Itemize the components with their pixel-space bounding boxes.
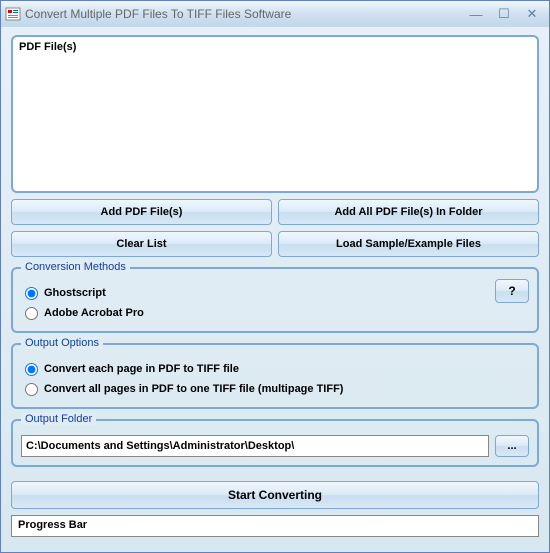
acrobat-label: Adobe Acrobat Pro [44, 307, 144, 319]
close-button[interactable]: ✕ [519, 5, 545, 23]
all-pages-radio[interactable] [25, 383, 38, 396]
app-icon [5, 6, 21, 22]
load-sample-button[interactable]: Load Sample/Example Files [278, 231, 539, 257]
conversion-methods-title: Conversion Methods [21, 261, 130, 273]
progress-bar-label: Progress Bar [18, 519, 87, 531]
button-row-1: Add PDF File(s) Add All PDF File(s) In F… [11, 199, 539, 225]
all-pages-label: Convert all pages in PDF to one TIFF fil… [44, 383, 343, 395]
output-options-title: Output Options [21, 337, 103, 349]
conversion-methods-group: Conversion Methods ? Ghostscript Adobe A… [11, 267, 539, 333]
ghostscript-label: Ghostscript [44, 287, 106, 299]
window-title: Convert Multiple PDF Files To TIFF Files… [25, 7, 463, 21]
button-row-2: Clear List Load Sample/Example Files [11, 231, 539, 257]
output-folder-title: Output Folder [21, 413, 96, 425]
output-folder-group: Output Folder ... [11, 419, 539, 467]
add-all-pdf-folder-button[interactable]: Add All PDF File(s) In Folder [278, 199, 539, 225]
help-button[interactable]: ? [495, 279, 529, 303]
each-page-radio[interactable] [25, 363, 38, 376]
output-folder-input[interactable] [21, 435, 489, 457]
ghostscript-radio[interactable] [25, 287, 38, 300]
progress-bar: Progress Bar [11, 515, 539, 537]
minimize-button[interactable]: — [463, 5, 489, 23]
window-controls: — ☐ ✕ [463, 5, 545, 23]
pdf-file-list[interactable]: PDF File(s) [11, 35, 539, 193]
acrobat-radio[interactable] [25, 307, 38, 320]
each-page-label: Convert each page in PDF to TIFF file [44, 363, 239, 375]
app-window: Convert Multiple PDF Files To TIFF Files… [0, 0, 550, 553]
maximize-button[interactable]: ☐ [491, 5, 517, 23]
add-pdf-files-button[interactable]: Add PDF File(s) [11, 199, 272, 225]
client-area: PDF File(s) Add PDF File(s) Add All PDF … [1, 27, 549, 552]
pdf-file-list-label: PDF File(s) [19, 41, 531, 53]
titlebar: Convert Multiple PDF Files To TIFF Files… [1, 1, 549, 27]
clear-list-button[interactable]: Clear List [11, 231, 272, 257]
browse-folder-button[interactable]: ... [495, 435, 529, 457]
output-options-group: Output Options Convert each page in PDF … [11, 343, 539, 409]
start-converting-button[interactable]: Start Converting [11, 481, 539, 509]
